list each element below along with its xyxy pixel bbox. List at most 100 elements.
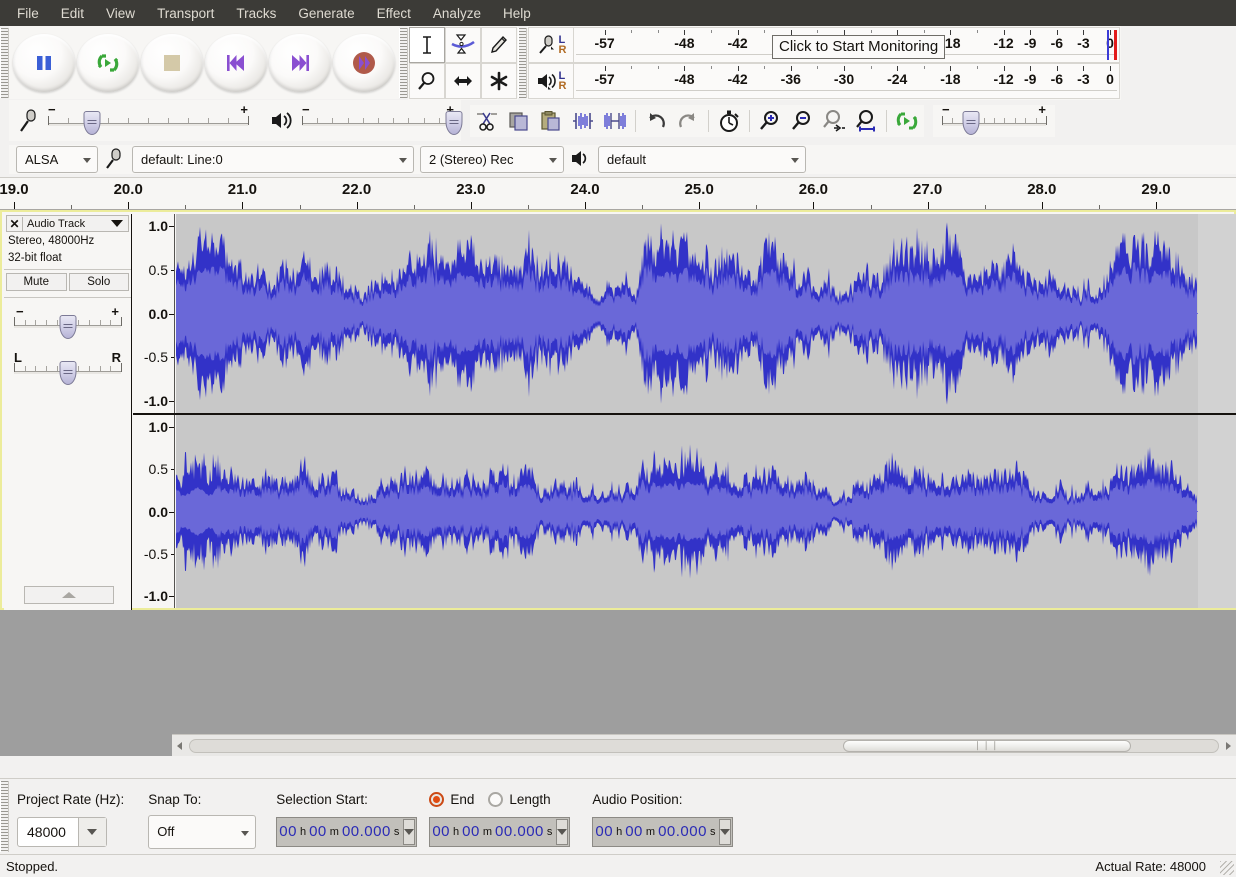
- menu-help[interactable]: Help: [492, 3, 542, 24]
- recording-channels-select[interactable]: 2 (Stereo) Rec: [420, 146, 564, 173]
- recording-device-select[interactable]: default: Line:0: [132, 146, 414, 173]
- menu-transport[interactable]: Transport: [146, 3, 225, 24]
- selection-toolbar-grip[interactable]: [0, 781, 9, 852]
- timeline-ruler[interactable]: 19.020.021.022.023.024.025.026.027.028.0…: [0, 178, 1236, 210]
- horizontal-scrollbar[interactable]: ❘❘❘: [172, 734, 1236, 756]
- sel-end-dropdown-button[interactable]: [556, 819, 568, 845]
- playback-device-select[interactable]: default: [598, 146, 806, 173]
- selection-start-time[interactable]: 00 h 00 m 00.000 s: [276, 817, 417, 847]
- input-slider-thumb[interactable]: [84, 111, 101, 135]
- track-menu-chevron-down-icon[interactable]: [111, 220, 123, 227]
- right-channel-clip[interactable]: [176, 415, 1198, 608]
- track-resize-handle[interactable]: [24, 586, 114, 604]
- tools-toolbar-grip[interactable]: [399, 28, 408, 98]
- selection-end-group: End Length 00 h 00 m 00.000 s: [425, 779, 578, 854]
- play-meter-ticks: -57-48-42-36-30-24-18-12-9-6-30: [574, 64, 1119, 98]
- track-format-line-2: 32-bit float: [4, 249, 131, 266]
- length-radio[interactable]: Length: [488, 792, 550, 807]
- project-rate-combo[interactable]: 48000: [17, 817, 107, 847]
- fit-selection-button[interactable]: [818, 106, 850, 136]
- menu-view[interactable]: View: [95, 3, 146, 24]
- left-channel-clip[interactable]: [176, 214, 1198, 413]
- sync-lock-button[interactable]: [713, 106, 745, 136]
- paste-button[interactable]: [535, 106, 567, 136]
- multi-tool[interactable]: [481, 63, 517, 99]
- sel-start-dropdown-button[interactable]: [403, 819, 415, 845]
- left-channel-waveform[interactable]: [176, 214, 1236, 413]
- play-meter-bar[interactable]: -57-48-42-36-30-24-18-12-9-6-30: [574, 63, 1120, 99]
- trim-button[interactable]: [567, 106, 599, 136]
- pan-slider-thumb[interactable]: [59, 361, 76, 385]
- menu-file[interactable]: File: [6, 3, 50, 24]
- solo-button[interactable]: Solo: [69, 273, 130, 291]
- zoom-in-button[interactable]: [754, 106, 786, 136]
- menu-generate[interactable]: Generate: [287, 3, 365, 24]
- input-slider-ticks: [48, 118, 248, 124]
- input-volume-slider[interactable]: − +: [48, 106, 248, 136]
- play-button[interactable]: [77, 34, 139, 92]
- scrollbar-thumb[interactable]: ❘❘❘: [843, 740, 1131, 752]
- vertical-ruler-tick: [171, 554, 174, 555]
- track-panel-divider-2: [4, 297, 131, 298]
- track-close-button[interactable]: ✕: [7, 217, 23, 231]
- speed-slider-minus: −: [942, 102, 950, 117]
- menu-analyze[interactable]: Analyze: [422, 3, 492, 24]
- menu-effect[interactable]: Effect: [366, 3, 422, 24]
- play-at-speed-button[interactable]: [891, 106, 923, 136]
- pos-s-unit: s: [708, 826, 718, 838]
- audio-host-select[interactable]: ALSA: [16, 146, 98, 173]
- track-gain-slider[interactable]: − +: [14, 304, 121, 338]
- track-pan-slider[interactable]: L R: [14, 350, 121, 384]
- speed-slider-thumb[interactable]: [963, 111, 980, 135]
- menu-tracks[interactable]: Tracks: [225, 3, 287, 24]
- fit-project-button[interactable]: [850, 106, 882, 136]
- menu-edit[interactable]: Edit: [50, 3, 95, 24]
- skip-end-button[interactable]: [269, 34, 331, 92]
- track-panel-divider-1: [4, 269, 131, 270]
- stop-button[interactable]: [141, 34, 203, 92]
- redo-button[interactable]: [672, 106, 704, 136]
- selection-end-time[interactable]: 00 h 00 m 00.000 s: [429, 817, 570, 847]
- right-channel-waveform[interactable]: [176, 415, 1236, 608]
- end-length-radio-group: End Length: [429, 785, 570, 815]
- gain-slider-thumb[interactable]: [59, 315, 76, 339]
- project-rate-group: Project Rate (Hz): 48000: [9, 779, 132, 854]
- end-radio[interactable]: End: [429, 792, 474, 807]
- audio-track[interactable]: ✕ Audio Track Stereo, 48000Hz 32-bit flo…: [0, 210, 1236, 610]
- draw-tool[interactable]: [481, 27, 517, 63]
- skip-start-button[interactable]: [205, 34, 267, 92]
- microphone-icon: [536, 34, 558, 56]
- play-speed-slider[interactable]: − +: [942, 106, 1046, 136]
- envelope-tool[interactable]: [445, 27, 481, 63]
- undo-button[interactable]: [640, 106, 672, 136]
- timeshift-tool[interactable]: [445, 63, 481, 99]
- output-slider-thumb[interactable]: [446, 111, 463, 135]
- scroll-right-button[interactable]: [1220, 738, 1236, 754]
- transport-toolbar-grip[interactable]: [0, 28, 9, 98]
- sel-start-h-unit: h: [298, 826, 308, 838]
- project-rate-dropdown-button[interactable]: [78, 818, 106, 846]
- selection-tool[interactable]: [409, 27, 445, 63]
- zoom-tool[interactable]: [409, 63, 445, 99]
- meter-toolbar-grip[interactable]: [518, 28, 527, 98]
- mute-button[interactable]: Mute: [6, 273, 67, 291]
- scroll-left-button[interactable]: [172, 738, 188, 754]
- snap-to-select[interactable]: Off: [148, 815, 256, 849]
- pos-dropdown-button[interactable]: [719, 819, 731, 845]
- zoom-out-button[interactable]: [786, 106, 818, 136]
- window-resize-grip[interactable]: [1220, 861, 1234, 875]
- copy-button[interactable]: [503, 106, 535, 136]
- pause-button[interactable]: [13, 34, 75, 92]
- ruler-label: 23.0: [456, 181, 485, 198]
- play-meter[interactable]: LR -57-48-42-36-30-24-18-12-9-6-30: [528, 63, 1120, 99]
- output-volume-slider[interactable]: − +: [302, 106, 454, 136]
- audio-position-time[interactable]: 00 h 00 m 00.000 s: [592, 817, 733, 847]
- status-bar: Stopped. Actual Rate: 48000: [0, 854, 1236, 877]
- scrollbar-trough[interactable]: ❘❘❘: [189, 739, 1219, 753]
- pos-h-unit: h: [614, 826, 624, 838]
- audio-position-group: Audio Position: 00 h 00 m 00.000 s: [578, 779, 741, 854]
- pos-hours: 00: [594, 823, 614, 840]
- record-button[interactable]: [333, 34, 395, 92]
- cut-button[interactable]: [471, 106, 503, 136]
- silence-button[interactable]: [599, 106, 631, 136]
